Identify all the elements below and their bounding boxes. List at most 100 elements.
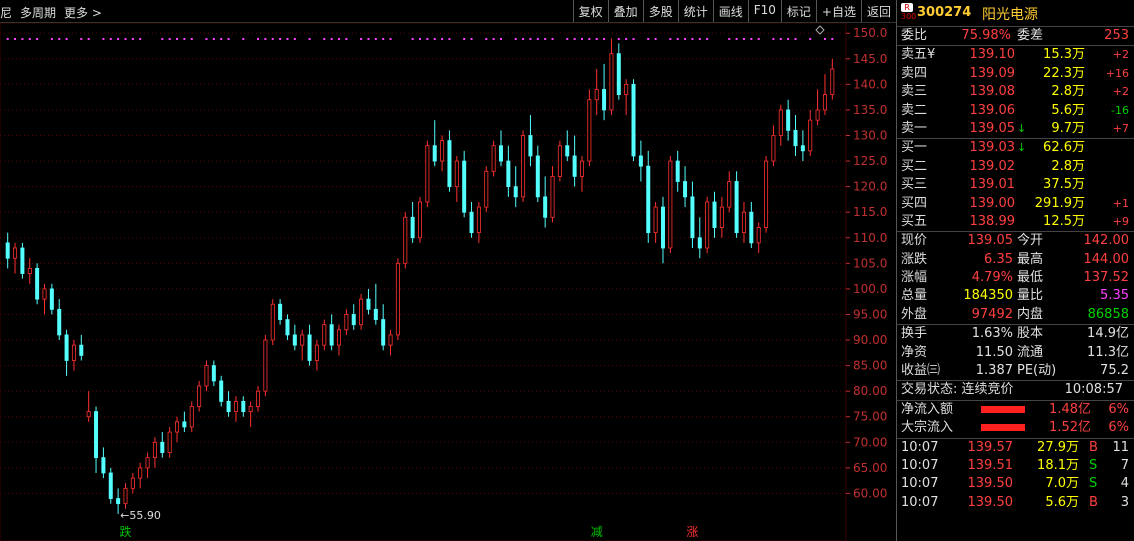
candle-body[interactable] — [557, 145, 562, 177]
candle-body[interactable] — [278, 303, 283, 320]
candle-body[interactable] — [270, 303, 275, 341]
tick-row[interactable]: 10:07 139.50 5.6万 B 3 — [897, 494, 1134, 512]
sell-level-row[interactable]: 卖四 139.09 22.3万 +16 — [897, 65, 1134, 83]
candle-body[interactable] — [344, 314, 349, 331]
candle-body[interactable] — [425, 145, 430, 203]
candle-body[interactable] — [395, 262, 400, 336]
candle-body[interactable] — [432, 145, 437, 162]
candle-body[interactable] — [587, 99, 592, 162]
candle-body[interactable] — [447, 140, 452, 188]
candle-body[interactable] — [609, 53, 614, 111]
toolbar-left-item[interactable]: 多周期 — [20, 4, 56, 21]
candle-body[interactable] — [263, 339, 268, 392]
sell-level-row[interactable]: 卖二 139.06 5.6万 -16 — [897, 102, 1134, 120]
candle-body[interactable] — [830, 68, 835, 95]
tick-row[interactable]: 10:07 139.57 27.9万 B 11 — [897, 439, 1134, 457]
toolbar-button[interactable]: 画线 — [712, 0, 748, 22]
candle-body[interactable] — [808, 119, 813, 152]
candle-body[interactable] — [373, 308, 378, 320]
candle-body[interactable] — [594, 89, 599, 101]
candle-body[interactable] — [771, 135, 776, 162]
candle-body[interactable] — [668, 160, 673, 249]
candle-body[interactable] — [749, 211, 754, 244]
sell-level-row[interactable]: 卖一 139.05 ↓ 9.7万 +7 — [897, 120, 1134, 138]
candle-body[interactable] — [13, 247, 18, 259]
candle-body[interactable] — [543, 196, 548, 218]
candle-body[interactable] — [307, 334, 312, 361]
candle-body[interactable] — [292, 334, 297, 346]
event-marker[interactable]: 跌 — [119, 524, 131, 539]
candle-body[interactable] — [793, 129, 798, 147]
candle-body[interactable] — [403, 216, 408, 264]
candle-body[interactable] — [160, 441, 165, 453]
candle-body[interactable] — [189, 406, 194, 428]
candle-body[interactable] — [329, 324, 334, 346]
candle-body[interactable] — [469, 211, 474, 234]
candle-body[interactable] — [653, 206, 658, 234]
candle-body[interactable] — [20, 247, 25, 274]
candle-body[interactable] — [675, 160, 680, 182]
candle-body[interactable] — [535, 155, 540, 198]
candle-body[interactable] — [579, 160, 584, 177]
candle-body[interactable] — [756, 227, 761, 244]
candle-body[interactable] — [322, 324, 327, 346]
toolbar-button[interactable]: F10 — [747, 0, 781, 22]
candle-body[interactable] — [211, 365, 216, 382]
candle-body[interactable] — [241, 400, 246, 413]
candle-body[interactable] — [778, 109, 783, 136]
candle-body[interactable] — [491, 145, 496, 172]
candle-body[interactable] — [646, 165, 651, 234]
tick-row[interactable]: 10:07 139.51 18.1万 S 7 — [897, 457, 1134, 475]
candle-body[interactable] — [624, 83, 629, 95]
candle-body[interactable] — [521, 135, 526, 198]
candle-body[interactable] — [337, 329, 342, 346]
buy-level-row[interactable]: 买五 138.99 12.5万 +9 — [897, 213, 1134, 231]
candle-body[interactable] — [130, 477, 135, 489]
candle-body[interactable] — [57, 308, 62, 336]
candle-body[interactable] — [145, 457, 150, 469]
candle-body[interactable] — [764, 160, 769, 228]
candle-body[interactable] — [285, 319, 290, 336]
candle-body[interactable] — [800, 145, 805, 152]
candle-body[interactable] — [49, 288, 54, 310]
event-marker[interactable]: 减 — [591, 525, 603, 539]
kline-chart[interactable]: 60.00 65.00 70.00 75.00 80.00 85.00 90.00 95.00… — [0, 23, 896, 541]
candle-body[interactable] — [182, 421, 187, 428]
candle-body[interactable] — [138, 467, 143, 479]
candle-body[interactable] — [101, 457, 106, 474]
candle-body[interactable] — [683, 181, 688, 198]
candle-body[interactable] — [35, 268, 40, 300]
candle-body[interactable] — [705, 201, 710, 249]
candle-body[interactable] — [454, 160, 459, 188]
candle-body[interactable] — [616, 53, 621, 95]
candle-body[interactable] — [631, 83, 636, 157]
candle-body[interactable] — [476, 206, 481, 234]
buy-level-row[interactable]: 买四 139.00 291.9万 +1 — [897, 195, 1134, 213]
candle-body[interactable] — [197, 385, 202, 407]
candle-body[interactable] — [719, 206, 724, 228]
candle-body[interactable] — [417, 201, 422, 239]
candle-body[interactable] — [660, 206, 665, 249]
candle-body[interactable] — [506, 160, 511, 188]
candle-body[interactable] — [79, 344, 84, 356]
candle-body[interactable] — [712, 201, 717, 228]
candle-body[interactable] — [727, 181, 732, 208]
candle-body[interactable] — [440, 140, 445, 162]
candle-body[interactable] — [359, 298, 364, 326]
candle-body[interactable] — [366, 298, 371, 310]
toolbar-button[interactable]: 返回 — [860, 0, 896, 22]
stock-code[interactable]: 300274 — [917, 5, 971, 20]
candle-body[interactable] — [351, 314, 356, 326]
candle-body[interactable] — [638, 155, 643, 167]
candle-body[interactable] — [5, 242, 10, 259]
candle-body[interactable] — [233, 400, 238, 413]
toolbar-button[interactable]: 统计 — [677, 0, 713, 22]
candle-body[interactable] — [204, 365, 209, 387]
candle-body[interactable] — [175, 421, 180, 433]
candle-body[interactable] — [786, 109, 791, 131]
buy-level-row[interactable]: 买二 139.02 2.8万 — [897, 158, 1134, 176]
candle-body[interactable] — [550, 176, 555, 218]
candle-body[interactable] — [697, 237, 702, 249]
candle-body[interactable] — [64, 334, 69, 361]
stock-name[interactable]: 阳光电源 — [982, 4, 1038, 24]
